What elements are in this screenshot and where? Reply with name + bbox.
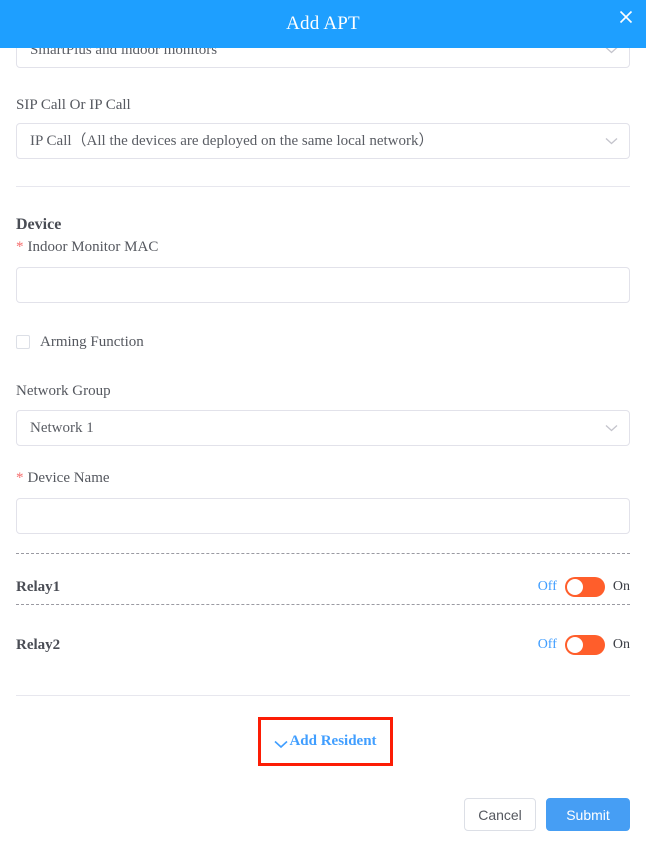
relay2-toggle[interactable] — [564, 635, 605, 655]
relay2-label: Relay2 — [16, 636, 61, 653]
indoor-monitor-mac-label-text: Indoor Monitor MAC — [27, 239, 159, 255]
add-resident-button[interactable]: Add Resident — [261, 720, 390, 763]
close-icon[interactable] — [615, 6, 637, 28]
relay-row: Relay1 Off On — [16, 575, 630, 599]
device-section-title: Device — [16, 216, 62, 233]
indoor-monitor-mac-input-wrap — [16, 267, 630, 303]
relay1-toggle[interactable] — [564, 577, 605, 597]
network-group-select-wrap: Network 1 — [16, 410, 630, 446]
relay1-off-label: Off — [537, 579, 557, 594]
network-group-label: Network Group — [16, 383, 111, 399]
relay2-on-label: On — [612, 637, 630, 652]
call-type-select-value: IP Call（All the devices are deployed on … — [30, 133, 434, 149]
device-name-label-text: Device Name — [27, 470, 110, 486]
device-type-select-value: SmartPlus and indoor monitors — [30, 48, 218, 58]
relay1-switch-wrap: Off On — [538, 577, 630, 597]
device-name-label: * Device Name — [16, 469, 630, 487]
relay1-on-label: On — [612, 579, 630, 594]
toggle-knob — [566, 579, 583, 595]
indoor-monitor-mac-label-wrap: * Indoor Monitor MAC — [16, 238, 630, 256]
chevron-down-icon — [605, 424, 618, 432]
section-divider — [16, 186, 630, 187]
device-name-label-wrap: * Device Name — [16, 469, 630, 487]
add-apt-dialog: Add APT SmartPlus and indoor monitors SI… — [0, 0, 646, 851]
indoor-monitor-mac-input[interactable] — [16, 267, 630, 303]
add-resident-label: Add Resident — [289, 733, 377, 749]
relay-middle-divider — [16, 604, 630, 605]
chevron-down-icon — [274, 737, 288, 749]
dialog-body: SmartPlus and indoor monitors SIP Call O… — [0, 48, 646, 783]
relay-top-divider — [16, 553, 630, 554]
relay2-off-label: Off — [537, 637, 557, 652]
device-type-select[interactable]: SmartPlus and indoor monitors — [16, 48, 630, 68]
call-type-select[interactable]: IP Call（All the devices are deployed on … — [16, 123, 630, 159]
device-section-title-wrap: Device — [16, 215, 630, 235]
dialog-footer: Cancel Submit — [0, 798, 646, 851]
relay1-label: Relay1 — [16, 578, 61, 595]
checkbox-box-icon — [16, 335, 30, 349]
page-title: Add APT — [286, 13, 360, 34]
arming-function-checkbox[interactable]: Arming Function — [16, 333, 144, 351]
submit-button[interactable]: Submit — [546, 798, 630, 831]
call-type-select-wrap: IP Call（All the devices are deployed on … — [16, 123, 630, 159]
call-type-label: SIP Call Or IP Call — [16, 97, 131, 113]
device-name-input-wrap — [16, 498, 630, 534]
device-name-input[interactable] — [16, 498, 630, 534]
relay2-switch-wrap: Off On — [538, 635, 630, 655]
chevron-down-icon — [605, 48, 618, 54]
indoor-monitor-mac-label: * Indoor Monitor MAC — [16, 238, 630, 256]
add-resident-highlight: Add Resident — [258, 717, 393, 766]
cancel-button[interactable]: Cancel — [464, 798, 536, 831]
network-group-select-value: Network 1 — [30, 420, 94, 436]
call-type-field: SIP Call Or IP Call — [16, 96, 630, 114]
relay-row: Relay2 Off On — [16, 633, 630, 657]
dialog-header: Add APT — [0, 0, 646, 48]
add-resident-divider — [16, 695, 630, 696]
chevron-down-icon — [605, 137, 618, 145]
required-marker: * — [16, 470, 24, 486]
arming-function-label: Arming Function — [40, 334, 144, 350]
toggle-knob — [566, 637, 583, 653]
network-group-label-wrap: Network Group — [16, 382, 630, 400]
network-group-select[interactable]: Network 1 — [16, 410, 630, 446]
required-marker: * — [16, 239, 24, 255]
